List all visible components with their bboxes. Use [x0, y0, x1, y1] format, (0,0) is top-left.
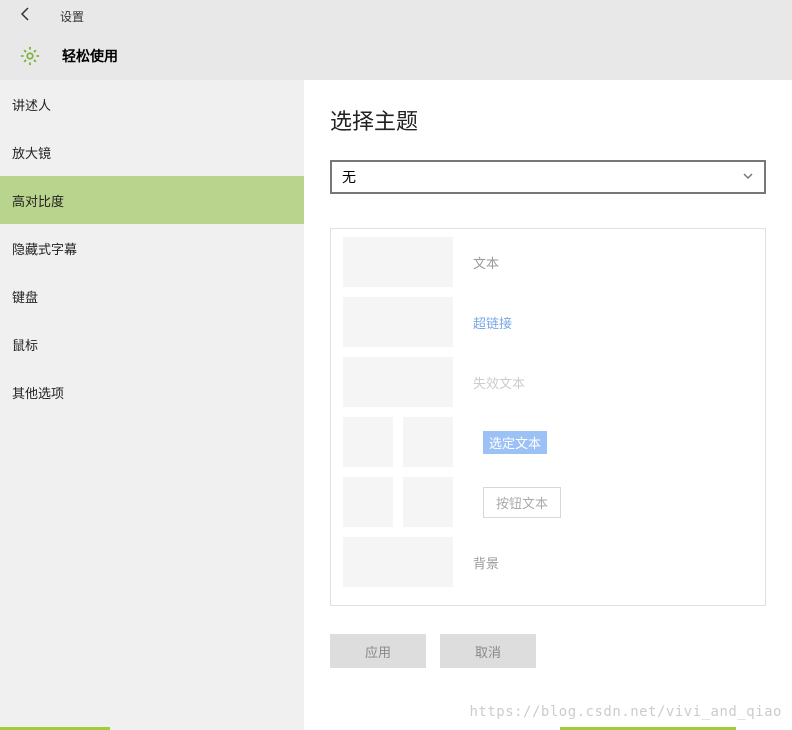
sidebar-item-high-contrast[interactable]: 高对比度	[0, 176, 304, 224]
subheader-title: 轻松使用	[62, 46, 118, 66]
hyperlink-label: 超链接	[473, 313, 512, 332]
button-fg-swatch[interactable]	[343, 477, 393, 527]
preview-row-button: 按钮文本	[343, 477, 753, 527]
apply-button[interactable]: 应用	[330, 634, 426, 668]
page-title: 选择主题	[330, 104, 766, 136]
content-pane: 选择主题 无 文本 超链接 失效文本	[304, 80, 792, 730]
back-arrow-icon[interactable]	[18, 6, 42, 27]
watermark-text: https://blog.csdn.net/vivi_and_qiao	[469, 704, 782, 720]
sidebar-item-keyboard[interactable]: 键盘	[0, 272, 304, 320]
background-color-swatch[interactable]	[343, 537, 453, 587]
selected-label: 选定文本	[483, 431, 547, 454]
hyperlink-color-swatch[interactable]	[343, 297, 453, 347]
subheader-bar: 轻松使用	[0, 32, 792, 80]
header-bar: 设置	[0, 0, 792, 32]
preview-row-text: 文本	[343, 237, 753, 287]
preview-row-hyperlink: 超链接	[343, 297, 753, 347]
theme-select-dropdown[interactable]: 无	[330, 160, 766, 194]
sidebar-item-narrator[interactable]: 讲述人	[0, 80, 304, 128]
main-container: 讲述人 放大镜 高对比度 隐藏式字幕 键盘 鼠标 其他选项 选择主题 无 文本 …	[0, 80, 792, 730]
text-color-swatch[interactable]	[343, 237, 453, 287]
cancel-button[interactable]: 取消	[440, 634, 536, 668]
sidebar: 讲述人 放大镜 高对比度 隐藏式字幕 键盘 鼠标 其他选项	[0, 80, 304, 730]
selected-fg-swatch[interactable]	[343, 417, 393, 467]
theme-select-value: 无	[342, 167, 356, 187]
button-text-label: 按钮文本	[483, 487, 561, 518]
preview-row-background: 背景	[343, 537, 753, 587]
selected-bg-swatch[interactable]	[403, 417, 453, 467]
disabled-label: 失效文本	[473, 373, 525, 392]
sidebar-item-mouse[interactable]: 鼠标	[0, 320, 304, 368]
background-label: 背景	[473, 553, 499, 572]
sidebar-item-magnifier[interactable]: 放大镜	[0, 128, 304, 176]
button-bg-swatch[interactable]	[403, 477, 453, 527]
header-title: 设置	[60, 8, 84, 25]
gear-icon	[16, 42, 44, 70]
chevron-down-icon	[742, 170, 754, 185]
sidebar-item-closed-captions[interactable]: 隐藏式字幕	[0, 224, 304, 272]
disabled-color-swatch[interactable]	[343, 357, 453, 407]
button-row: 应用 取消	[330, 634, 766, 668]
preview-row-disabled: 失效文本	[343, 357, 753, 407]
text-label: 文本	[473, 253, 499, 272]
theme-preview-box: 文本 超链接 失效文本 选定文本	[330, 228, 766, 606]
preview-row-selected: 选定文本	[343, 417, 753, 467]
sidebar-item-other-options[interactable]: 其他选项	[0, 368, 304, 416]
